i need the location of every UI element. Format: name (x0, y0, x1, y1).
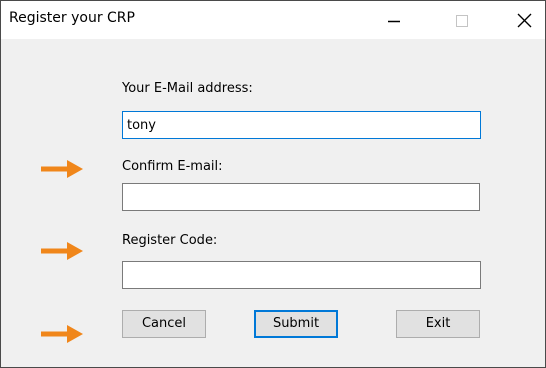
submit-button[interactable]: Submit (254, 310, 338, 338)
exit-button[interactable]: Exit (396, 310, 480, 338)
confirm-email-field[interactable] (122, 183, 480, 211)
close-icon (517, 13, 532, 28)
maximize-icon (456, 15, 468, 27)
close-button[interactable] (505, 1, 545, 39)
arrow-icon (41, 242, 83, 260)
email-label: Your E-Mail address: (122, 81, 253, 96)
title-bar: Register your CRP (1, 1, 545, 39)
window-title: Register your CRP (9, 10, 135, 26)
email-field[interactable] (122, 111, 481, 139)
arrow-icon (41, 325, 83, 343)
minimize-icon (388, 20, 400, 23)
cancel-button[interactable]: Cancel (122, 310, 206, 338)
maximize-button[interactable] (439, 1, 485, 39)
minimize-button[interactable] (371, 1, 417, 39)
arrow-icon (41, 160, 83, 178)
register-code-label: Register Code: (122, 233, 218, 248)
confirm-email-label: Confirm E-mail: (122, 159, 223, 174)
register-dialog: Register your CRP Your E-Mail address: C… (0, 0, 546, 368)
register-code-field[interactable] (122, 261, 481, 289)
